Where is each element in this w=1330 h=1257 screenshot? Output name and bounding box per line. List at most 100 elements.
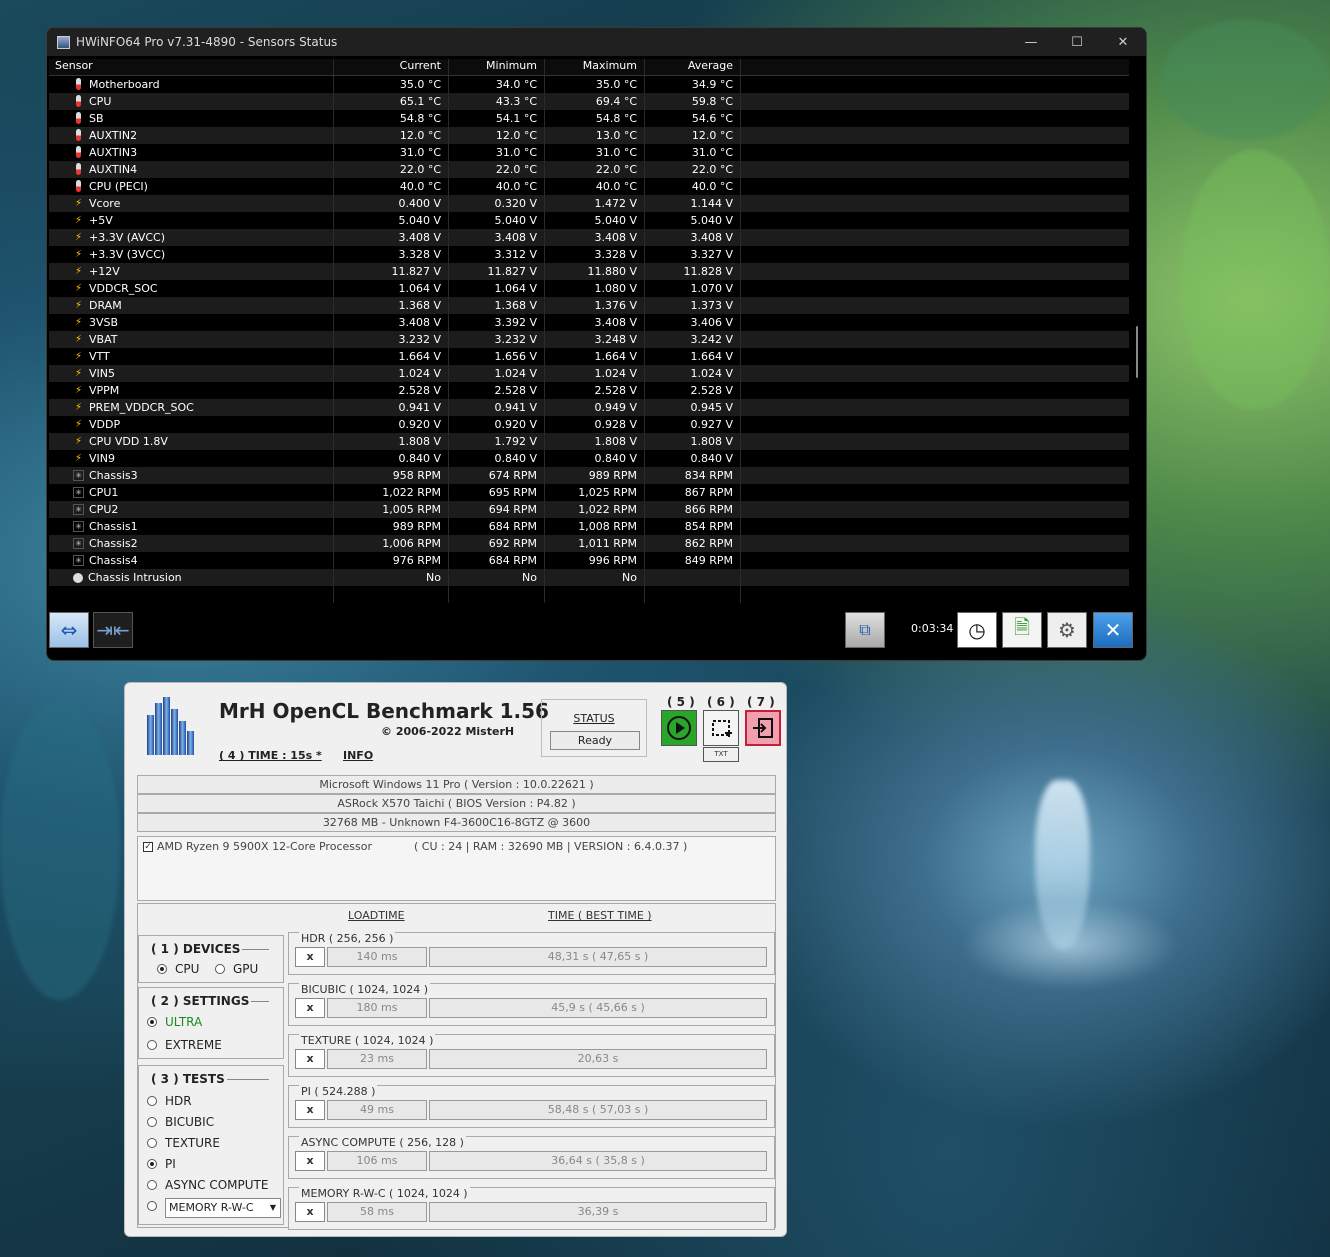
col-header-current[interactable]: Current bbox=[334, 59, 449, 75]
sensor-row[interactable]: ⚡ 3VSB 3.408 V 3.392 V 3.408 V 3.406 V bbox=[49, 314, 1129, 331]
col-header-minimum[interactable]: Minimum bbox=[449, 59, 545, 75]
sensor-table[interactable]: Sensor Current Minimum Maximum Average M… bbox=[49, 59, 1129, 603]
memory-test-select[interactable]: ▼ MEMORY R-W-C bbox=[165, 1198, 281, 1218]
sensor-name: Chassis3 bbox=[89, 469, 138, 482]
test-memory-radio[interactable] bbox=[147, 1201, 165, 1211]
sensor-row[interactable]: AUXTIN4 22.0 °C 22.0 °C 22.0 °C 22.0 °C bbox=[49, 161, 1129, 178]
network-icon[interactable]: ⧉ bbox=[845, 612, 885, 648]
time-link[interactable]: ( 4 ) TIME : 15s * bbox=[219, 749, 322, 762]
sensor-row[interactable]: Motherboard 35.0 °C 34.0 °C 35.0 °C 34.9 °C bbox=[49, 76, 1129, 93]
sensor-row[interactable]: ✳ CPU1 1,022 RPM 695 RPM 1,025 RPM 867 RPM bbox=[49, 484, 1129, 501]
maximum-value: 1.808 V bbox=[545, 433, 645, 450]
clear-result-button[interactable]: x bbox=[295, 998, 325, 1018]
clear-result-button[interactable]: x bbox=[295, 1202, 325, 1222]
scrollbar[interactable] bbox=[1134, 76, 1140, 616]
sensor-row[interactable]: ⚡ Vcore 0.400 V 0.320 V 1.472 V 1.144 V bbox=[49, 195, 1129, 212]
lightning-icon: ⚡ bbox=[74, 453, 83, 464]
screenshot-button[interactable] bbox=[703, 710, 739, 746]
sensor-row[interactable]: ⚡ +3.3V (AVCC) 3.408 V 3.408 V 3.408 V 3.408 … bbox=[49, 229, 1129, 246]
log-file-icon[interactable]: 🗎 bbox=[1002, 612, 1042, 648]
elapsed-timer: 0:03:34 bbox=[911, 622, 954, 635]
sensor-row[interactable]: ⚡ +3.3V (3VCC) 3.328 V 3.312 V 3.328 V 3.327 … bbox=[49, 246, 1129, 263]
current-value: 976 RPM bbox=[334, 552, 449, 569]
col-header-average[interactable]: Average bbox=[645, 59, 741, 75]
maximum-value: 1,025 RPM bbox=[545, 484, 645, 501]
sensor-row[interactable]: ⚡ +5V 5.040 V 5.040 V 5.040 V 5.040 V bbox=[49, 212, 1129, 229]
thermometer-icon bbox=[73, 112, 84, 125]
sensor-row[interactable]: ⚡ +12V 11.827 V 11.827 V 11.880 V 11.828 V bbox=[49, 263, 1129, 280]
device-cpu-radio[interactable]: CPU bbox=[157, 962, 199, 976]
setting-ultra-radio[interactable]: ULTRA bbox=[147, 1015, 202, 1029]
sensor-row[interactable]: ⚡ PREM_VDDCR_SOC 0.941 V 0.941 V 0.949 V 0.94… bbox=[49, 399, 1129, 416]
maximum-value: 54.8 °C bbox=[545, 110, 645, 127]
test-texture-radio[interactable]: TEXTURE bbox=[147, 1136, 220, 1150]
clock-icon[interactable]: ◷ bbox=[957, 612, 997, 648]
current-value: 40.0 °C bbox=[334, 178, 449, 195]
close-sensors-icon[interactable]: ✕ bbox=[1093, 612, 1133, 648]
sensor-row[interactable]: ✳ CPU2 1,005 RPM 694 RPM 1,022 RPM 866 RPM bbox=[49, 501, 1129, 518]
sensor-row[interactable]: SB 54.8 °C 54.1 °C 54.8 °C 54.6 °C bbox=[49, 110, 1129, 127]
clear-result-button[interactable]: x bbox=[295, 1100, 325, 1120]
sensor-row[interactable]: ⚡ VPPM 2.528 V 2.528 V 2.528 V 2.528 V bbox=[49, 382, 1129, 399]
thermometer-icon bbox=[73, 129, 84, 142]
maximize-icon[interactable]: ☐ bbox=[1054, 28, 1100, 56]
minimum-value: 5.040 V bbox=[449, 212, 545, 229]
close-icon[interactable]: ✕ bbox=[1100, 28, 1146, 56]
maximum-value: 996 RPM bbox=[545, 552, 645, 569]
sensor-name: VTT bbox=[89, 350, 110, 363]
sensor-row[interactable]: CPU (PECI) 40.0 °C 40.0 °C 40.0 °C 40.0 °C bbox=[49, 178, 1129, 195]
col-header-maximum[interactable]: Maximum bbox=[545, 59, 645, 75]
sensor-row[interactable]: ✳ Chassis1 989 RPM 684 RPM 1,008 RPM 854 RPM bbox=[49, 518, 1129, 535]
info-link[interactable]: INFO bbox=[343, 749, 373, 762]
wallpaper-foliage bbox=[0, 700, 120, 1000]
clear-result-button[interactable]: x bbox=[295, 947, 325, 967]
collapse-arrows-icon[interactable]: ⇥⇤ bbox=[93, 612, 133, 648]
sensor-row[interactable]: Chassis Intrusion No No No bbox=[49, 569, 1129, 586]
sensor-name: +3.3V (AVCC) bbox=[89, 231, 166, 244]
device-list[interactable]: ✓ AMD Ryzen 9 5900X 12-Core Processor ( … bbox=[137, 836, 776, 901]
maximum-value: 0.949 V bbox=[545, 399, 645, 416]
test-bicubic-radio[interactable]: BICUBIC bbox=[147, 1115, 214, 1129]
sensor-row[interactable]: ⚡ CPU VDD 1.8V 1.808 V 1.792 V 1.808 V 1.808 … bbox=[49, 433, 1129, 450]
sensor-row[interactable]: CPU 65.1 °C 43.3 °C 69.4 °C 59.8 °C bbox=[49, 93, 1129, 110]
sensor-name-cell: CPU bbox=[49, 93, 334, 110]
hwinfo-titlebar[interactable]: HWiNFO64 Pro v7.31-4890 - Sensors Status… bbox=[47, 28, 1146, 56]
sensor-row[interactable]: ⚡ DRAM 1.368 V 1.368 V 1.376 V 1.373 V bbox=[49, 297, 1129, 314]
sensor-row[interactable]: ⚡ VIN5 1.024 V 1.024 V 1.024 V 1.024 V bbox=[49, 365, 1129, 382]
sensor-name: AUXTIN2 bbox=[89, 129, 138, 142]
test-hdr-radio[interactable]: HDR bbox=[147, 1094, 192, 1108]
sensor-row[interactable]: AUXTIN2 12.0 °C 12.0 °C 13.0 °C 12.0 °C bbox=[49, 127, 1129, 144]
test-pi-radio[interactable]: PI bbox=[147, 1157, 176, 1171]
clear-result-button[interactable]: x bbox=[295, 1049, 325, 1069]
sensor-row[interactable]: ⚡ VDDP 0.920 V 0.920 V 0.928 V 0.927 V bbox=[49, 416, 1129, 433]
device-gpu-radio[interactable]: GPU bbox=[215, 962, 258, 976]
run-button[interactable] bbox=[661, 710, 697, 746]
exit-button[interactable] bbox=[745, 710, 781, 746]
sensor-row[interactable]: ⚡ VBAT 3.232 V 3.232 V 3.248 V 3.242 V bbox=[49, 331, 1129, 348]
devices-group: ( 1 ) DEVICES CPU GPU bbox=[138, 935, 284, 983]
sensor-name-cell: ✳ Chassis1 bbox=[49, 518, 334, 535]
minimize-icon[interactable]: — bbox=[1008, 28, 1054, 56]
sensor-row[interactable]: ⚡ VIN9 0.840 V 0.840 V 0.840 V 0.840 V bbox=[49, 450, 1129, 467]
sensor-row[interactable]: ✳ Chassis4 976 RPM 684 RPM 996 RPM 849 RPM bbox=[49, 552, 1129, 569]
clear-result-button[interactable]: x bbox=[295, 1151, 325, 1171]
gear-icon[interactable]: ⚙ bbox=[1047, 612, 1087, 648]
sensor-name: Chassis4 bbox=[89, 554, 138, 567]
expand-arrows-icon[interactable]: ⇔ bbox=[49, 612, 89, 648]
sensor-row[interactable]: ✳ Chassis3 958 RPM 674 RPM 989 RPM 834 RPM bbox=[49, 467, 1129, 484]
test-async-radio[interactable]: ASYNC COMPUTE bbox=[147, 1178, 268, 1192]
exit-icon bbox=[753, 718, 773, 738]
col-header-sensor[interactable]: Sensor bbox=[49, 59, 334, 75]
sensor-name-cell: AUXTIN3 bbox=[49, 144, 334, 161]
minimum-value: 1.656 V bbox=[449, 348, 545, 365]
sensor-row[interactable]: ⚡ VDDCR_SOC 1.064 V 1.064 V 1.080 V 1.070 V bbox=[49, 280, 1129, 297]
cpu-name: AMD Ryzen 9 5900X 12-Core Processor bbox=[157, 840, 372, 853]
sensor-row[interactable]: ✳ Chassis2 1,006 RPM 692 RPM 1,011 RPM 862 RP… bbox=[49, 535, 1129, 552]
cpu-checkbox[interactable]: ✓ bbox=[143, 842, 153, 852]
setting-extreme-radio[interactable]: EXTREME bbox=[147, 1038, 222, 1052]
current-value: 54.8 °C bbox=[334, 110, 449, 127]
txt-button[interactable]: TXT bbox=[703, 747, 739, 762]
scroll-thumb[interactable] bbox=[1136, 326, 1138, 378]
sensor-row[interactable]: AUXTIN3 31.0 °C 31.0 °C 31.0 °C 31.0 °C bbox=[49, 144, 1129, 161]
sensor-row[interactable]: ⚡ VTT 1.664 V 1.656 V 1.664 V 1.664 V bbox=[49, 348, 1129, 365]
